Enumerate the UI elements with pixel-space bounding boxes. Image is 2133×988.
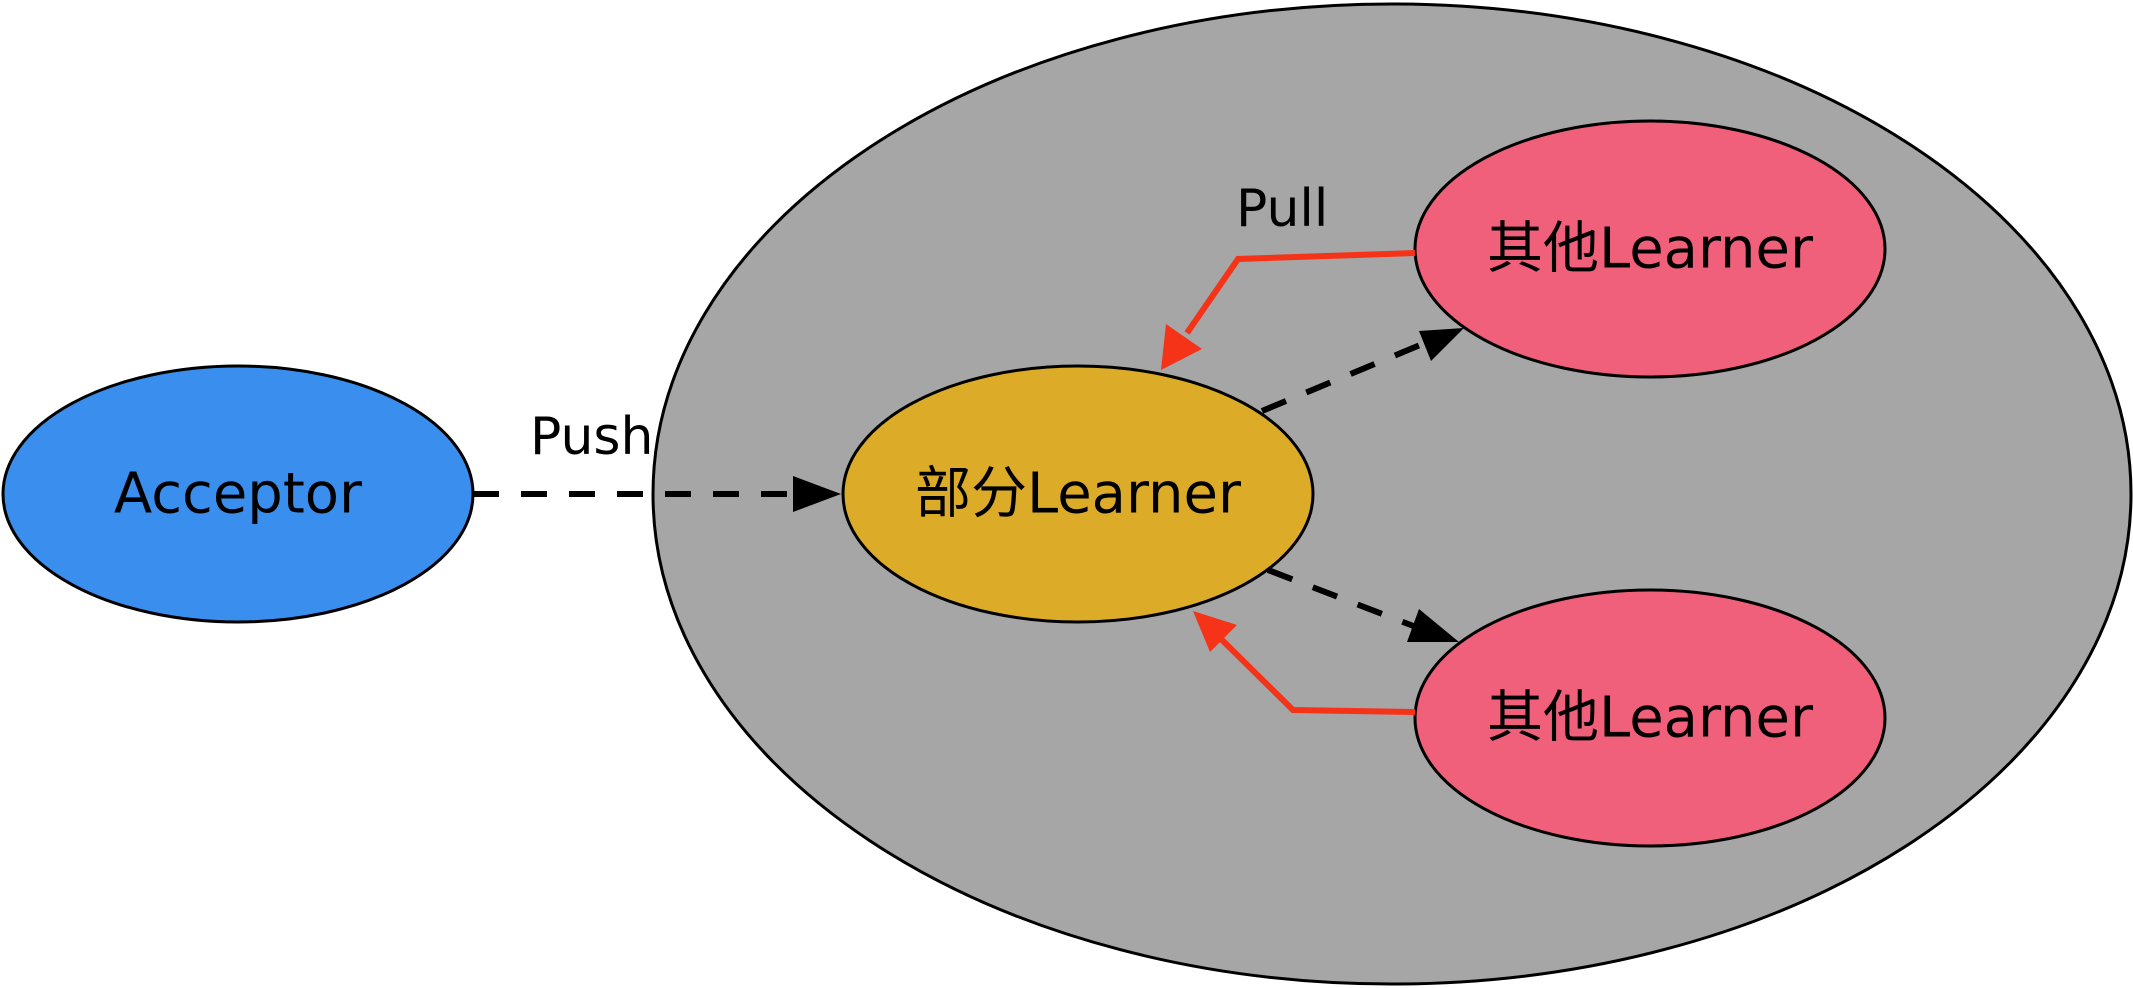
partial-learner-label: 部分Learner	[915, 462, 1242, 527]
acceptor-label: Acceptor	[114, 462, 363, 527]
other-learner-bottom-node: 其他Learner	[1413, 588, 1887, 848]
partial-learner-node: 部分Learner	[841, 364, 1315, 624]
other-learner-top-node: 其他Learner	[1413, 119, 1887, 379]
push-edge-label: Push	[530, 407, 653, 467]
other-learner-top-label: 其他Learner	[1487, 217, 1814, 282]
learner-propagation-diagram: Acceptor 部分Learner 其他Learner 其他Learner P…	[1, 2, 2133, 986]
acceptor-node: Acceptor	[1, 364, 475, 624]
other-learner-bottom-label: 其他Learner	[1487, 686, 1814, 751]
pull-edge-label: Pull	[1236, 179, 1328, 239]
